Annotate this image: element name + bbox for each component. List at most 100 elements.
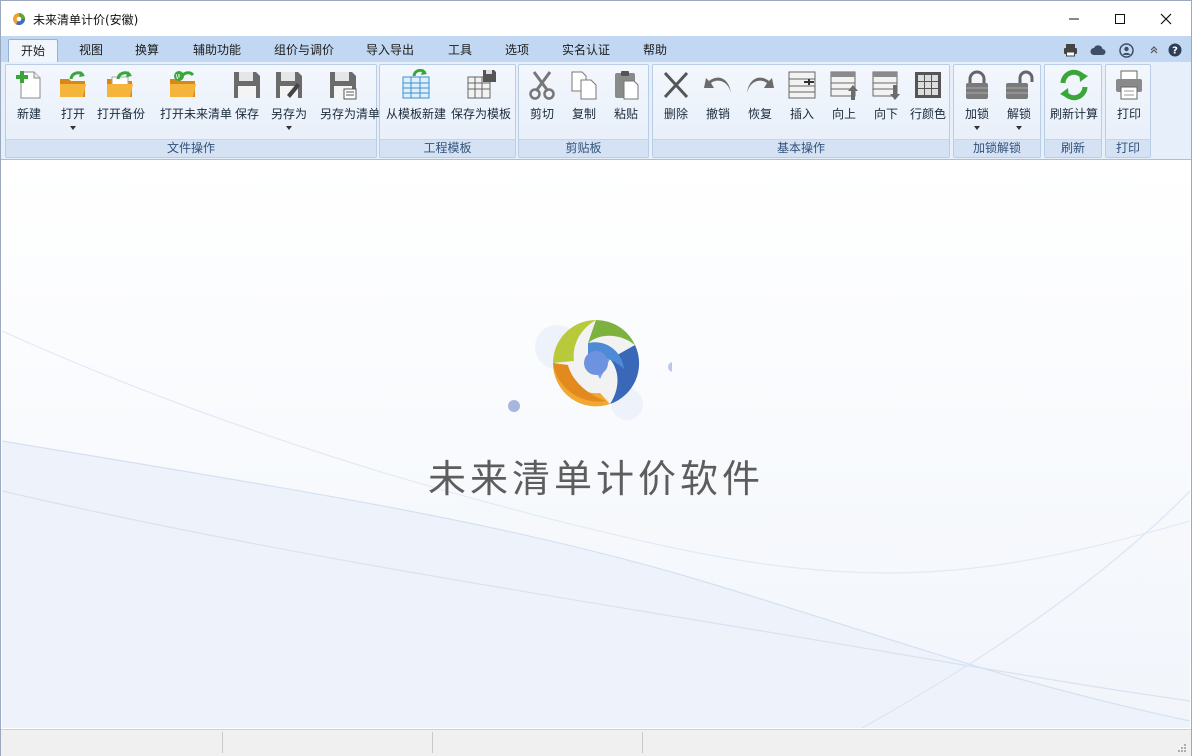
row-color-button[interactable]: 行颜色 <box>910 69 946 141</box>
open-folder-icon <box>60 71 86 97</box>
tab-view[interactable]: 视图 <box>67 39 115 62</box>
tab-auxiliary[interactable]: 辅助功能 <box>183 39 251 62</box>
save-as-disk-icon <box>276 72 302 98</box>
open-weilai-list-label: 打开未来清单 <box>160 107 233 121</box>
move-up-label: 向上 <box>831 107 856 121</box>
undo-arrow-icon <box>704 77 731 93</box>
group-file-operations: 新建 打开 打开备份 W 打开未来清单 保存 另存为 另存为清单 文件操作 <box>5 64 380 158</box>
copy-pages-icon <box>571 71 597 100</box>
lock-button[interactable]: 加锁 <box>960 69 994 141</box>
new-from-template-button[interactable]: 从模板新建 <box>386 69 446 141</box>
tab-options[interactable]: 选项 <box>494 39 540 62</box>
group-caption-refresh: 刷新 <box>1045 139 1101 157</box>
tab-realname-auth[interactable]: 实名认证 <box>552 39 620 62</box>
ribbon-panel: 新建 打开 打开备份 W 打开未来清单 保存 另存为 另存为清单 文件操作 从模… <box>1 62 1191 160</box>
unlock-label: 解锁 <box>1006 107 1031 121</box>
collapse-ribbon-icon[interactable] <box>1146 42 1162 58</box>
open-button[interactable]: 打开 <box>56 69 90 141</box>
print-button[interactable]: 打印 <box>1112 69 1146 141</box>
group-lock-unlock: 加锁 解锁 加锁解锁 <box>953 64 1041 158</box>
help-icon[interactable]: ? <box>1167 42 1183 58</box>
minimize-button[interactable] <box>1051 1 1097 36</box>
status-bar <box>1 729 1191 756</box>
tab-start[interactable]: 开始 <box>8 39 58 63</box>
maximize-icon <box>1115 13 1125 24</box>
save-as-button[interactable]: 另存为 <box>271 69 307 141</box>
printer-icon[interactable] <box>1062 42 1078 58</box>
move-up-button[interactable]: 向上 <box>827 69 861 141</box>
unlock-button[interactable]: 解锁 <box>1002 69 1036 141</box>
lock-icon <box>966 70 988 99</box>
scissors-icon <box>529 71 555 100</box>
user-account-icon[interactable] <box>1118 42 1134 58</box>
title-bar: 未来清单计价(安徽) <box>1 1 1191 36</box>
new-from-template-icon <box>402 69 430 99</box>
paste-label: 粘贴 <box>613 107 638 121</box>
delete-label: 删除 <box>663 107 688 121</box>
delete-button[interactable]: 删除 <box>659 69 693 141</box>
close-button[interactable] <box>1143 1 1189 36</box>
delete-x-icon <box>663 71 689 99</box>
refresh-calc-button[interactable]: 刷新计算 <box>1050 69 1098 141</box>
save-as-list-disk-icon <box>330 72 357 100</box>
cloud-icon[interactable] <box>1090 42 1106 58</box>
cut-label: 剪切 <box>529 107 554 121</box>
group-print: 打印 打印 <box>1105 64 1151 158</box>
tab-tools[interactable]: 工具 <box>437 39 483 62</box>
ribbon-tab-strip: 开始 视图 换算 辅助功能 组价与调价 导入导出 工具 选项 实名认证 帮助 <box>1 36 1191 63</box>
open-weilai-folder-icon: W <box>170 71 196 97</box>
unlock-dropdown-arrow-icon[interactable] <box>1016 126 1022 130</box>
main-workspace: 未来清单计价软件 <box>2 161 1190 728</box>
open-weilai-list-button[interactable]: W 打开未来清单 <box>160 69 232 141</box>
splash-logo-icon <box>508 320 672 420</box>
insert-label: 插入 <box>789 107 814 121</box>
resize-grip-icon[interactable] <box>1177 743 1187 753</box>
row-color-label: 行颜色 <box>909 107 946 121</box>
undo-label: 撤销 <box>705 107 730 121</box>
cut-button[interactable]: 剪切 <box>525 69 559 141</box>
group-clipboard: 剪切 复制 粘贴 剪贴板 <box>518 64 649 158</box>
printer-large-icon <box>1116 70 1142 100</box>
save-as-dropdown-arrow-icon[interactable] <box>286 126 292 130</box>
open-label: 打开 <box>60 107 85 121</box>
tab-help[interactable]: 帮助 <box>632 39 678 62</box>
close-icon <box>1160 13 1172 24</box>
save-as-list-button[interactable]: 另存为清单 <box>320 69 380 141</box>
lock-label: 加锁 <box>964 107 989 121</box>
group-basic-operations: 删除 撤销 恢复 插入 向上 向下 行颜色 基本操作 <box>652 64 950 158</box>
redo-button[interactable]: 恢复 <box>743 69 777 141</box>
lock-dropdown-arrow-icon[interactable] <box>974 126 980 130</box>
status-cell-2 <box>223 732 433 753</box>
save-as-template-label: 保存为模板 <box>450 107 511 121</box>
group-caption-lock: 加锁解锁 <box>954 139 1040 157</box>
save-disk-icon <box>234 72 260 98</box>
group-caption-template: 工程模板 <box>380 139 515 157</box>
copy-label: 复制 <box>571 107 596 121</box>
refresh-arrows-icon <box>1060 69 1088 101</box>
group-project-template: 从模板新建 保存为模板 工程模板 <box>379 64 516 158</box>
background-swoosh-decoration <box>2 161 1190 728</box>
save-label: 保存 <box>234 107 259 121</box>
app-window: 未来清单计价(安徽) 开始 视图 换算 辅助功能 组价与调价 导入导出 工具 选… <box>0 0 1192 756</box>
new-from-template-label: 从模板新建 <box>385 107 446 121</box>
status-cell-3 <box>433 732 643 753</box>
group-caption-file: 文件操作 <box>6 139 376 157</box>
tab-import-export[interactable]: 导入导出 <box>356 39 424 62</box>
paste-button[interactable]: 粘贴 <box>609 69 643 141</box>
open-backup-button[interactable]: 打开备份 <box>97 69 145 141</box>
copy-button[interactable]: 复制 <box>567 69 601 141</box>
save-as-template-button[interactable]: 保存为模板 <box>451 69 511 141</box>
new-button[interactable]: 新建 <box>12 69 46 141</box>
insert-button[interactable]: 插入 <box>785 69 819 141</box>
open-backup-folder-icon <box>107 71 133 97</box>
open-dropdown-arrow-icon[interactable] <box>70 126 76 130</box>
undo-button[interactable]: 撤销 <box>701 69 735 141</box>
tab-pricing-adjust[interactable]: 组价与调价 <box>264 39 344 62</box>
status-cell-1 <box>1 732 223 753</box>
save-as-label: 另存为 <box>270 107 307 121</box>
tab-conversion[interactable]: 换算 <box>123 39 171 62</box>
save-button[interactable]: 保存 <box>230 69 264 141</box>
group-caption-basic: 基本操作 <box>653 139 949 157</box>
move-down-button[interactable]: 向下 <box>869 69 903 141</box>
maximize-button[interactable] <box>1097 1 1143 36</box>
